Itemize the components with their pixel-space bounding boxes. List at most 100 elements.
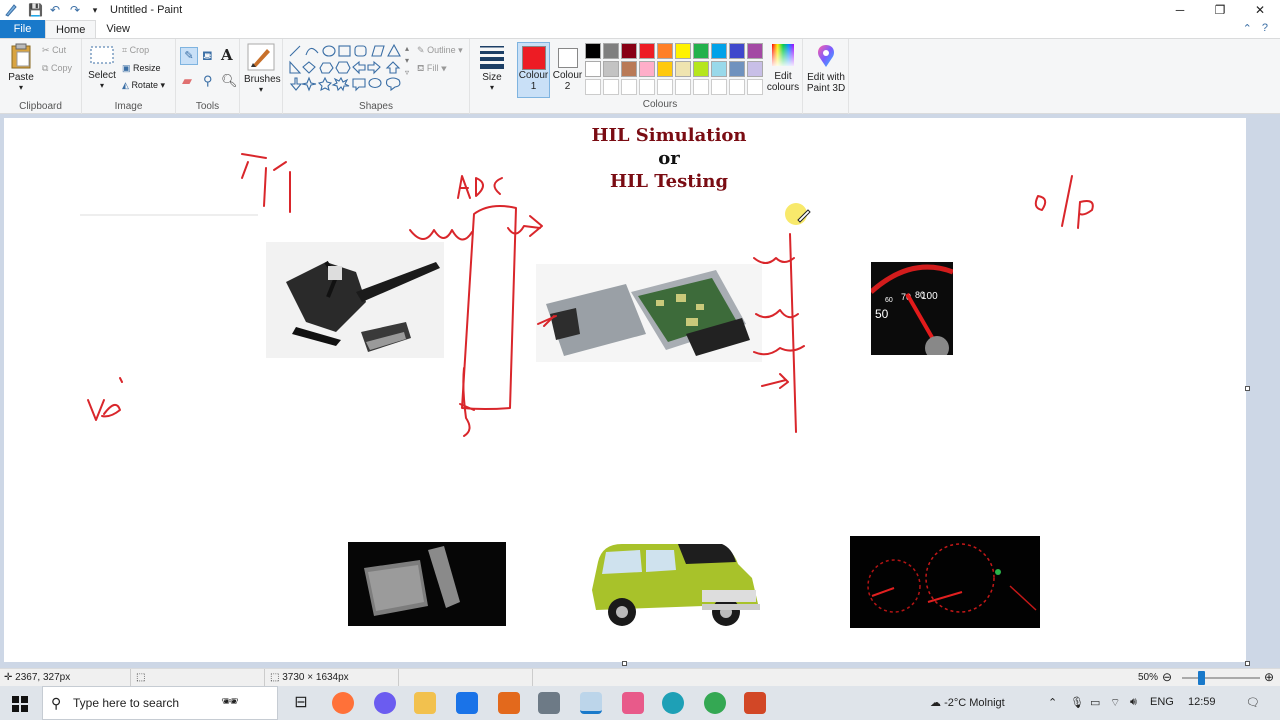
fill-tool[interactable]: ⛾	[202, 48, 213, 66]
colour-2-button[interactable]: Colour 2	[551, 42, 584, 98]
collapse-ribbon-icon[interactable]: ⌃	[1243, 22, 1252, 35]
color-picker-tool[interactable]: ⚲	[203, 73, 213, 89]
app-icon-purple[interactable]	[374, 692, 396, 714]
outline-button[interactable]: ✎ Outline ▾	[417, 45, 463, 56]
redo-icon[interactable]: ↷	[68, 3, 82, 17]
palette-swatch[interactable]	[711, 79, 727, 95]
palette-swatch[interactable]	[729, 61, 745, 77]
maximize-button[interactable]: ❐	[1200, 0, 1240, 20]
palette-swatch[interactable]	[675, 43, 691, 59]
calculator-icon[interactable]	[538, 692, 560, 714]
shapes-gallery[interactable]	[287, 43, 407, 93]
edit-colours-button[interactable]: Edit colours	[764, 42, 802, 93]
tray-chevron-icon[interactable]: ⌃	[1048, 696, 1057, 709]
pencil-tool[interactable]: ✎	[180, 47, 198, 65]
eraser-tool[interactable]: ▰	[182, 73, 192, 89]
palette-swatch[interactable]	[621, 79, 637, 95]
palette-swatch[interactable]	[585, 79, 601, 95]
mail-icon[interactable]	[456, 692, 478, 714]
palette-swatch[interactable]	[747, 61, 763, 77]
task-view-icon[interactable]: ⊟	[290, 692, 312, 714]
weather-widget[interactable]: ☁ -2°C Molnigt	[930, 696, 1005, 709]
cut-button[interactable]: ✂ Cut	[42, 45, 66, 56]
edge-icon[interactable]	[662, 692, 684, 714]
clock[interactable]: 12:59	[1188, 696, 1216, 708]
palette-swatch[interactable]	[603, 61, 619, 77]
close-button[interactable]: ✕	[1240, 0, 1280, 20]
crop-button[interactable]: ⌗ Crop	[122, 45, 149, 56]
palette-swatch[interactable]	[693, 79, 709, 95]
palette-swatch[interactable]	[693, 43, 709, 59]
taskbar-search-box[interactable]: ⚲ Type here to search 🕶︎	[42, 686, 278, 720]
language-indicator[interactable]: ENG	[1150, 696, 1174, 708]
rotate-button[interactable]: ◭ Rotate ▾	[122, 80, 165, 91]
help-icon[interactable]: ?	[1262, 22, 1268, 35]
tab-view[interactable]: View	[96, 20, 140, 38]
palette-swatch[interactable]	[639, 61, 655, 77]
palette-swatch[interactable]	[675, 79, 691, 95]
battery-icon[interactable]: ▭	[1090, 696, 1100, 709]
palette-swatch[interactable]	[585, 61, 601, 77]
palette-swatch[interactable]	[621, 43, 637, 59]
file-explorer-icon[interactable]	[414, 692, 436, 714]
brushes-button[interactable]: Brushes ▾	[244, 43, 281, 94]
palette-swatch[interactable]	[729, 43, 745, 59]
magnifier-tool[interactable]: 🔍︎	[221, 73, 238, 89]
palette-swatch[interactable]	[639, 79, 655, 95]
palette-swatch[interactable]	[603, 79, 619, 95]
colour-1-button[interactable]: Colour 1	[517, 42, 550, 98]
zoom-in-button[interactable]: ⊕	[1264, 670, 1274, 684]
tab-home[interactable]: Home	[45, 20, 97, 38]
drawing-canvas[interactable]: HIL Simulation or HIL Testing 50 60 70 8…	[4, 118, 1246, 662]
ribbon-help-area: ⌃ ?	[1243, 22, 1268, 35]
palette-swatch[interactable]	[657, 79, 673, 95]
app-icon-orange[interactable]	[498, 692, 520, 714]
scissors-icon: ✂	[42, 45, 50, 55]
volume-icon[interactable]: 🔊︎	[1130, 696, 1137, 709]
palette-swatch[interactable]	[657, 61, 673, 77]
paint-taskbar-icon[interactable]	[580, 692, 602, 714]
chrome-icon[interactable]	[704, 692, 726, 714]
zoom-out-button[interactable]: ⊖	[1162, 670, 1172, 684]
canvas-resize-handle-bottom[interactable]	[622, 661, 627, 666]
tab-file[interactable]: File	[0, 20, 45, 38]
powerpoint-icon[interactable]	[744, 692, 766, 714]
canvas-resize-handle-right[interactable]	[1245, 386, 1250, 391]
zoom-slider-thumb[interactable]	[1198, 671, 1205, 685]
palette-swatch[interactable]	[585, 43, 601, 59]
zoom-slider-track[interactable]	[1182, 677, 1260, 679]
windows-start-icon[interactable]	[12, 696, 28, 712]
firefox-icon[interactable]	[332, 692, 354, 714]
paint3d-label-1: Edit with	[807, 72, 845, 83]
select-button[interactable]: Select ▾	[86, 45, 118, 90]
paste-button[interactable]: Paste ▾	[6, 43, 36, 92]
edit-with-paint3d-button[interactable]: Edit with Paint 3D	[806, 43, 846, 94]
snipping-tool-icon[interactable]	[622, 692, 644, 714]
copy-button[interactable]: ⧉ Copy	[42, 63, 72, 74]
palette-swatch[interactable]	[639, 43, 655, 59]
palette-swatch[interactable]	[711, 43, 727, 59]
minimize-button[interactable]: ─	[1160, 0, 1200, 20]
shapes-scroll[interactable]: ▴ ▾ ▿	[405, 43, 409, 79]
palette-swatch[interactable]	[603, 43, 619, 59]
palette-swatch[interactable]	[693, 61, 709, 77]
size-button[interactable]: Size ▾	[476, 45, 508, 92]
palette-swatch[interactable]	[675, 61, 691, 77]
notifications-icon[interactable]: 🗨︎	[1246, 696, 1260, 709]
fill-button[interactable]: ⛾ Fill ▾	[417, 63, 447, 75]
text-tool[interactable]: A	[221, 46, 233, 64]
palette-swatch[interactable]	[711, 61, 727, 77]
palette-swatch[interactable]	[729, 79, 745, 95]
palette-swatch[interactable]	[747, 43, 763, 59]
resize-button[interactable]: ▣ Resize	[122, 63, 161, 74]
palette-swatch[interactable]	[747, 79, 763, 95]
title-bar: 💾 ↶ ↷ ▾ Untitled - Paint ─ ❐ ✕	[0, 0, 1280, 20]
canvas-resize-handle-corner[interactable]	[1245, 661, 1250, 666]
customize-qa-icon[interactable]: ▾	[88, 5, 102, 16]
palette-swatch[interactable]	[621, 61, 637, 77]
microphone-icon[interactable]: 🎙︎	[1070, 696, 1084, 709]
wifi-icon[interactable]: ⌔	[1110, 696, 1120, 710]
undo-icon[interactable]: ↶	[48, 3, 62, 17]
palette-swatch[interactable]	[657, 43, 673, 59]
save-icon[interactable]: 💾	[28, 3, 43, 17]
